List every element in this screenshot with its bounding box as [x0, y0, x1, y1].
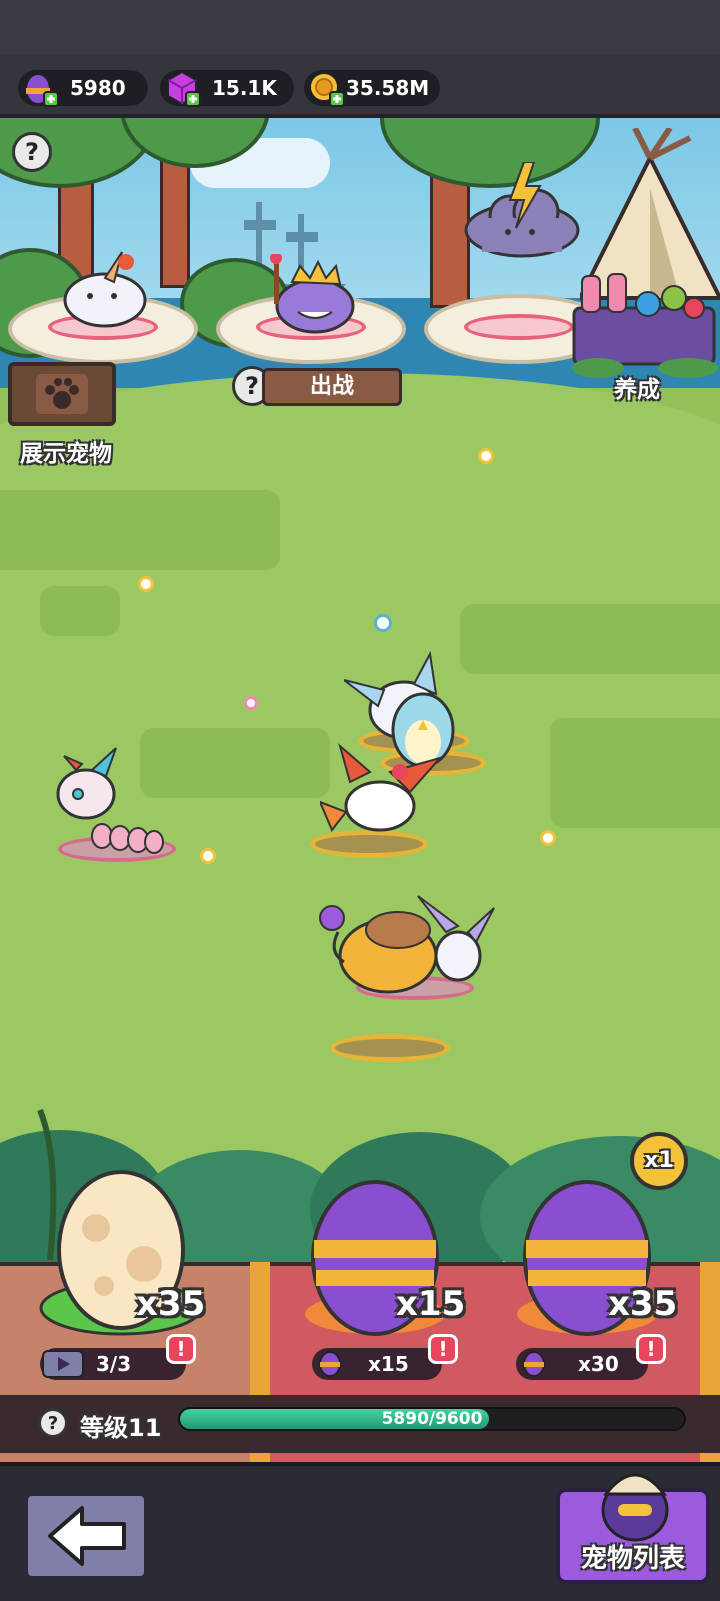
- xp-text: 5890/9600: [381, 1409, 483, 1429]
- coin-icon: [309, 72, 345, 107]
- help-button[interactable]: ?: [12, 132, 52, 172]
- cultivate-label[interactable]: 养成: [614, 370, 660, 404]
- alert-badge: !: [428, 1334, 458, 1364]
- gem-currency-value: 15.1K: [212, 76, 277, 100]
- flower: [244, 696, 258, 710]
- pet-garden-scene: ? 展示宠物 ? 出战 养成: [0, 118, 720, 1268]
- grass-patch: [40, 586, 120, 636]
- level-label: 等级11: [80, 1414, 162, 1442]
- hatch-cost-button[interactable]: x30: [516, 1348, 648, 1380]
- purple-egg-icon: [319, 1351, 341, 1377]
- grass-patch: [460, 604, 720, 674]
- hatch-cost: x15: [368, 1352, 409, 1376]
- level-help-icon[interactable]: ?: [38, 1408, 68, 1438]
- pet-king-slime[interactable]: [270, 254, 360, 334]
- flower: [200, 848, 216, 864]
- ad-progress: 3/3: [96, 1352, 132, 1376]
- show-pets-label[interactable]: 展示宠物: [20, 434, 112, 468]
- alert-badge: !: [636, 1334, 666, 1364]
- hatch-cost: x30: [578, 1352, 619, 1376]
- purple-egg-icon: [523, 1351, 545, 1377]
- battle-button[interactable]: 出战: [262, 368, 402, 406]
- pet-unicorn-slime[interactable]: [62, 248, 148, 328]
- pedestal-ring: [464, 314, 574, 340]
- egg-count: x35: [136, 1284, 206, 1324]
- pet-list-label: 宠物列表: [580, 1544, 685, 1574]
- xp-progress-bar: 5890/9600: [178, 1407, 686, 1431]
- back-button[interactable]: [24, 1492, 148, 1580]
- show-pets-sign[interactable]: [8, 362, 116, 426]
- flower: [478, 448, 494, 464]
- alert-badge: !: [166, 1334, 196, 1364]
- status-bar: [0, 0, 720, 54]
- egg-currency-value: 5980: [70, 76, 126, 100]
- flower: [374, 614, 392, 632]
- potion-cart[interactable]: [568, 268, 720, 378]
- flower: [540, 830, 556, 846]
- video-icon: [42, 1350, 84, 1378]
- arrow-left-icon: [48, 1506, 126, 1566]
- ad-hatch-button[interactable]: 3/3: [40, 1348, 186, 1380]
- egg-count: x35: [608, 1284, 678, 1324]
- coin-currency-value: 35.58M: [346, 76, 430, 100]
- gem-icon: [167, 70, 201, 107]
- grass-patch: [550, 718, 720, 828]
- coin-currency[interactable]: 35.58M: [304, 70, 440, 107]
- hooded-pet-icon: [601, 1473, 669, 1542]
- pet-caterpillar[interactable]: [36, 746, 176, 856]
- flower: [138, 576, 154, 592]
- empty-slot-ring[interactable]: [330, 1034, 450, 1062]
- storm-cloud-pet[interactable]: [462, 162, 582, 272]
- egg-count: x15: [396, 1284, 466, 1324]
- pet-elephant-dragon[interactable]: [318, 892, 498, 1002]
- gem-currency[interactable]: 15.1K: [160, 70, 294, 107]
- egg-currency[interactable]: 5980: [18, 70, 148, 107]
- hatch-cost-button[interactable]: x15: [312, 1348, 442, 1380]
- grass-patch: [0, 490, 280, 570]
- pet-list-button[interactable]: 宠物列表: [556, 1473, 710, 1584]
- paw-icon: [36, 374, 88, 414]
- pet-fox[interactable]: [320, 742, 450, 842]
- purple-egg-icon: [25, 73, 59, 107]
